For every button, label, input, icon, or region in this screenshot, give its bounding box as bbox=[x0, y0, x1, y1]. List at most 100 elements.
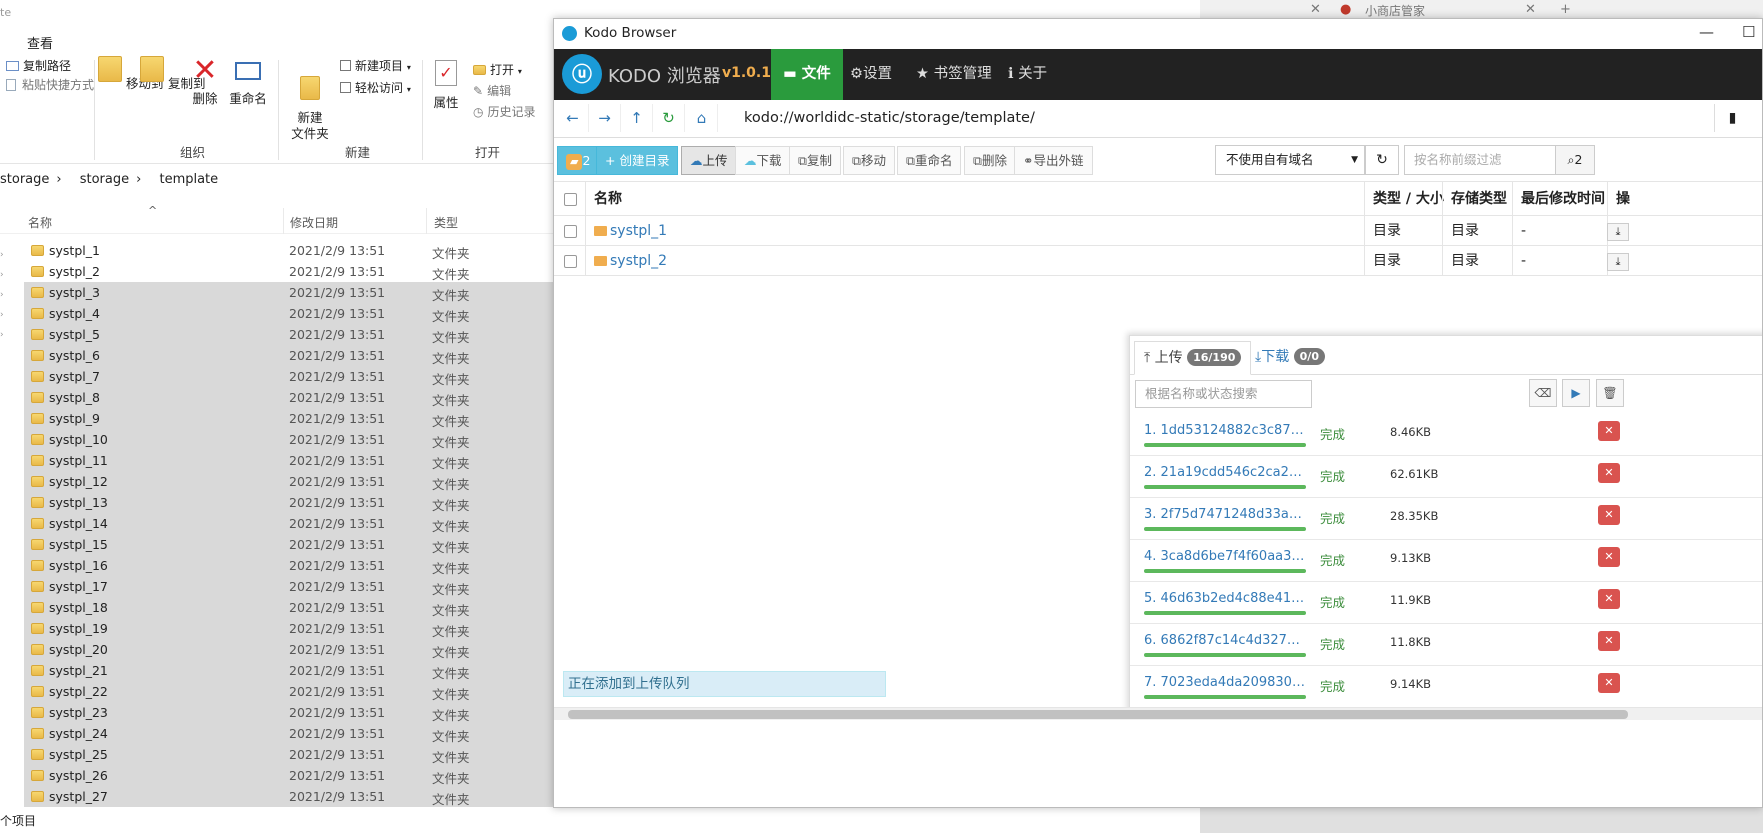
background-tab-title[interactable]: 小商店管家 bbox=[1365, 2, 1425, 19]
file-row[interactable]: systpl_2 2021/2/9 13:51 文件夹 bbox=[24, 261, 553, 282]
copy-button[interactable]: ⧉复制 bbox=[789, 146, 841, 175]
start-all-play-icon[interactable]: ▶ bbox=[1562, 379, 1590, 407]
remove-item-icon[interactable]: ✕ bbox=[1598, 505, 1620, 525]
tab-downloads[interactable]: ⤓下载 0/0 bbox=[1246, 341, 1334, 375]
new-folder-button[interactable]: 新建 文件夹 bbox=[290, 60, 330, 142]
refresh-icon[interactable]: ↻ bbox=[653, 104, 685, 132]
expand-arrow-icon[interactable]: › bbox=[0, 310, 4, 320]
edit-button[interactable]: ✎ 编辑 bbox=[473, 82, 511, 99]
new-item-button[interactable]: 新建项目 ▾ bbox=[340, 57, 411, 74]
refresh-icon[interactable]: ↻ bbox=[1365, 145, 1399, 175]
expand-arrow-icon[interactable]: › bbox=[0, 290, 4, 300]
table-row[interactable]: systpl_1 目录 目录 - ⤓ bbox=[554, 216, 1762, 246]
file-row[interactable]: systpl_27 2021/2/9 13:51 文件夹 bbox=[24, 786, 553, 807]
breadcrumb-item[interactable]: storage bbox=[0, 172, 49, 187]
file-row[interactable]: systpl_17 2021/2/9 13:51 文件夹 bbox=[24, 576, 553, 597]
horizontal-scrollbar[interactable] bbox=[554, 707, 1762, 720]
expand-arrow-icon[interactable]: › bbox=[0, 250, 4, 260]
rename-button[interactable]: ⧉重命名 bbox=[897, 146, 962, 175]
move-to-button[interactable]: 移动到 bbox=[98, 56, 164, 92]
file-row[interactable]: systpl_12 2021/2/9 13:51 文件夹 bbox=[24, 471, 553, 492]
delete-button[interactable]: ⧉删除 bbox=[964, 146, 1016, 175]
remove-item-icon[interactable]: ✕ bbox=[1598, 421, 1620, 441]
header-name[interactable]: 名称 bbox=[585, 182, 622, 215]
row-checkbox[interactable] bbox=[564, 255, 577, 268]
tab-bookmarks[interactable]: ★ 书签管理 bbox=[904, 49, 1004, 100]
remove-item-icon[interactable]: ✕ bbox=[1598, 631, 1620, 651]
create-directory-button[interactable]: + 创建目录 bbox=[596, 146, 679, 175]
file-row[interactable]: systpl_8 2021/2/9 13:51 文件夹 bbox=[24, 387, 553, 408]
table-row[interactable]: systpl_2 目录 目录 - ⤓ bbox=[554, 246, 1762, 276]
transfer-search-input[interactable]: 根据名称或状态搜索 bbox=[1135, 380, 1312, 408]
column-modified[interactable]: 修改日期 bbox=[290, 214, 338, 231]
tab-about[interactable]: ℹ 关于 bbox=[996, 49, 1059, 100]
file-row[interactable]: systpl_10 2021/2/9 13:51 文件夹 bbox=[24, 429, 553, 450]
header-storage-class[interactable]: 存储类型 bbox=[1442, 182, 1507, 215]
tab-uploads[interactable]: ⤒ 上传 16/190 bbox=[1134, 341, 1252, 375]
file-row[interactable]: systpl_6 2021/2/9 13:51 文件夹 bbox=[24, 345, 553, 366]
new-tab-icon[interactable]: + bbox=[1560, 2, 1571, 17]
file-row[interactable]: systpl_25 2021/2/9 13:51 文件夹 bbox=[24, 744, 553, 765]
file-row[interactable]: systpl_18 2021/2/9 13:51 文件夹 bbox=[24, 597, 553, 618]
file-row[interactable]: systpl_22 2021/2/9 13:51 文件夹 bbox=[24, 681, 553, 702]
tab-settings[interactable]: ⚙设置 bbox=[838, 49, 904, 100]
copy-path-button[interactable]: 复制路径 bbox=[6, 57, 71, 74]
back-arrow-icon[interactable]: ← bbox=[557, 104, 589, 132]
row-checkbox[interactable] bbox=[564, 225, 577, 238]
file-row[interactable]: systpl_14 2021/2/9 13:51 文件夹 bbox=[24, 513, 553, 534]
file-row[interactable]: systpl_13 2021/2/9 13:51 文件夹 bbox=[24, 492, 553, 513]
header-modified[interactable]: 最后修改时间 bbox=[1512, 182, 1605, 215]
close-icon[interactable]: ✕ bbox=[1525, 2, 1536, 17]
column-divider[interactable] bbox=[283, 208, 284, 234]
file-row[interactable]: systpl_7 2021/2/9 13:51 文件夹 bbox=[24, 366, 553, 387]
column-name[interactable]: 名称 bbox=[28, 214, 52, 231]
menu-view[interactable]: 查看 bbox=[27, 33, 53, 52]
expand-arrow-icon[interactable]: › bbox=[0, 270, 4, 280]
home-icon[interactable]: ⌂ bbox=[686, 104, 718, 132]
file-row[interactable]: systpl_4 2021/2/9 13:51 文件夹 bbox=[24, 303, 553, 324]
open-button[interactable]: 打开 ▾ bbox=[473, 61, 522, 78]
file-row[interactable]: systpl_24 2021/2/9 13:51 文件夹 bbox=[24, 723, 553, 744]
file-row[interactable]: systpl_16 2021/2/9 13:51 文件夹 bbox=[24, 555, 553, 576]
bookmark-icon[interactable]: ▮ bbox=[1714, 104, 1750, 132]
download-icon[interactable]: ⤓ bbox=[1607, 253, 1629, 271]
breadcrumb-item[interactable]: template bbox=[159, 172, 218, 187]
folder-count-button[interactable]: ▰ 2 bbox=[557, 146, 596, 175]
move-button[interactable]: ⧉移动 bbox=[843, 146, 895, 175]
header-type-size[interactable]: 类型 / 大小 bbox=[1364, 182, 1444, 215]
minimize-icon[interactable]: — bbox=[1699, 23, 1714, 41]
address-path[interactable]: kodo://worldidc-static/storage/template/ bbox=[744, 110, 1035, 126]
properties-button[interactable]: ✓ 属性 bbox=[430, 60, 462, 111]
download-icon[interactable]: ⤓ bbox=[1607, 223, 1629, 241]
copy-to-button[interactable]: 复制到 bbox=[140, 56, 206, 92]
download-button[interactable]: ☁下载 bbox=[735, 146, 791, 175]
delete-button[interactable]: ✕ 删除 bbox=[190, 56, 220, 107]
forward-arrow-icon[interactable]: → bbox=[589, 104, 621, 132]
column-type[interactable]: 类型 bbox=[434, 214, 458, 231]
file-row[interactable]: systpl_3 2021/2/9 13:51 文件夹 bbox=[24, 282, 553, 303]
file-row[interactable]: systpl_21 2021/2/9 13:51 文件夹 bbox=[24, 660, 553, 681]
upload-button[interactable]: ☁上传 bbox=[681, 146, 737, 175]
domain-select[interactable]: 不使用自有域名 ▼ bbox=[1215, 145, 1365, 175]
file-row[interactable]: systpl_20 2021/2/9 13:51 文件夹 bbox=[24, 639, 553, 660]
remove-item-icon[interactable]: ✕ bbox=[1598, 673, 1620, 693]
select-all-checkbox[interactable] bbox=[564, 193, 577, 206]
easy-access-button[interactable]: 轻松访问 ▾ bbox=[340, 79, 411, 96]
column-divider[interactable] bbox=[426, 208, 427, 234]
rename-button[interactable]: 重命名 bbox=[228, 56, 268, 107]
scrollbar-thumb[interactable] bbox=[568, 710, 1628, 719]
folder-link[interactable]: systpl_2 bbox=[610, 253, 667, 269]
close-icon[interactable]: ✕ bbox=[1310, 2, 1321, 17]
prefix-filter-input[interactable]: 按名称前缀过滤 bbox=[1404, 145, 1556, 175]
tab-files[interactable]: ▬ 文件 bbox=[771, 49, 843, 100]
clear-finished-icon[interactable]: ⌫ bbox=[1529, 379, 1557, 407]
remove-item-icon[interactable]: ✕ bbox=[1598, 589, 1620, 609]
paste-shortcut-button[interactable]: 粘贴快捷方式 bbox=[6, 76, 94, 93]
file-row[interactable]: systpl_23 2021/2/9 13:51 文件夹 bbox=[24, 702, 553, 723]
file-row[interactable]: systpl_26 2021/2/9 13:51 文件夹 bbox=[24, 765, 553, 786]
remove-item-icon[interactable]: ✕ bbox=[1598, 463, 1620, 483]
folder-link[interactable]: systpl_1 bbox=[610, 223, 667, 239]
file-row[interactable]: systpl_15 2021/2/9 13:51 文件夹 bbox=[24, 534, 553, 555]
breadcrumb-item[interactable]: storage bbox=[80, 172, 129, 187]
up-arrow-icon[interactable]: ↑ bbox=[621, 104, 653, 132]
